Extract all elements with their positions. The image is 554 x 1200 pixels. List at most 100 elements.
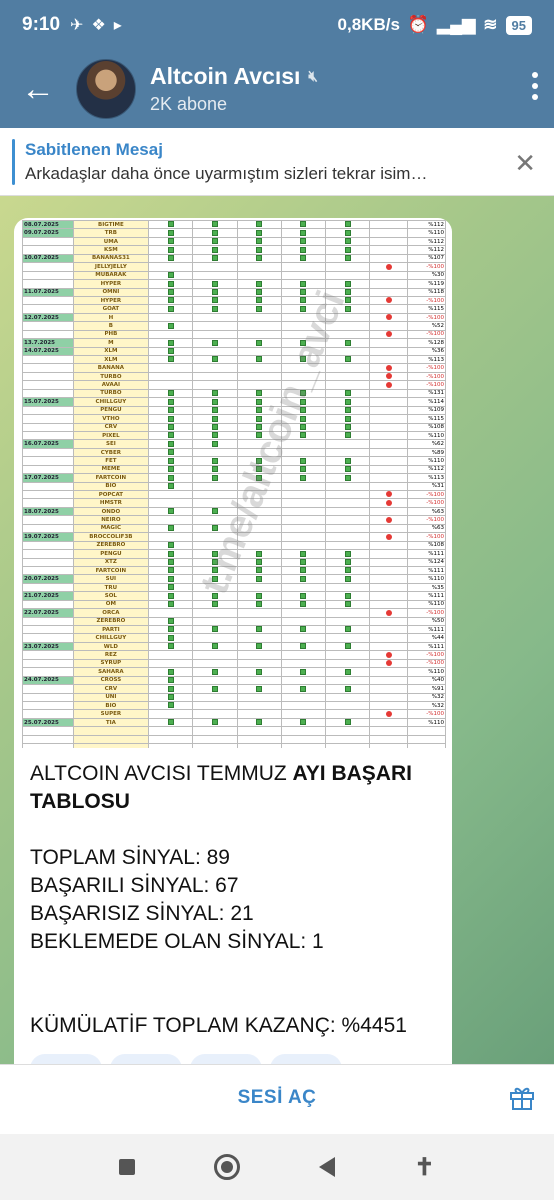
pinned-message-bar[interactable]: Sabitlenen Mesaj Arkadaşlar daha önce uy… — [0, 128, 554, 196]
row-coin: SUPER — [72, 709, 150, 719]
table-row: BANANA -%100 — [22, 363, 446, 373]
target-cell — [280, 591, 327, 601]
target-cell — [236, 700, 282, 711]
check-icon — [167, 542, 174, 549]
check-icon — [256, 559, 263, 565]
check-icon — [212, 289, 219, 295]
target-cell — [236, 253, 282, 264]
target-cell — [324, 650, 371, 660]
target-cell — [236, 473, 282, 483]
target-cell — [192, 489, 238, 500]
accessibility-icon[interactable]: ✝︎ — [414, 1153, 434, 1182]
row-date — [22, 709, 74, 719]
row-date: 17.07.2025 — [22, 473, 74, 483]
check-icon — [167, 407, 174, 414]
row-percent: %63 — [407, 506, 446, 517]
target-cell — [280, 287, 327, 297]
unmute-button[interactable]: SESİ AÇ — [0, 1087, 554, 1109]
table-row — [22, 726, 446, 736]
target-cell — [148, 371, 194, 382]
target-cell — [280, 658, 327, 669]
target-cell — [236, 667, 282, 677]
chat-area[interactable]: 08.07.2025 BIGTIME %112 09.07.2025 TRB %110 UM… — [0, 196, 554, 1064]
net-speed: 0,8KB/s — [337, 15, 400, 34]
target-cell — [280, 363, 327, 373]
row-date — [22, 422, 74, 432]
recents-icon[interactable] — [119, 1159, 136, 1175]
channel-avatar[interactable] — [76, 59, 136, 119]
check-icon — [256, 390, 263, 397]
row-coin: ZEREBRO — [72, 540, 150, 551]
reaction-chip[interactable] — [270, 1054, 342, 1064]
check-icon — [212, 407, 219, 414]
target-cell — [280, 498, 327, 508]
check-icon — [344, 398, 351, 405]
chat-header: ← Altcoin Avcısı 🔇︎ 2K abone — [0, 50, 554, 128]
reaction-chip[interactable] — [190, 1054, 262, 1064]
target-cell — [236, 481, 282, 492]
check-icon — [256, 457, 263, 464]
target-cell — [148, 338, 194, 348]
table-row: B %52 — [22, 321, 446, 331]
target-cell — [236, 304, 282, 314]
table-row: ZEREBRO %108 — [22, 540, 446, 551]
stop-cell — [369, 709, 409, 719]
target-cell — [280, 346, 327, 357]
target-cell — [324, 667, 371, 677]
row-coin: TRB — [72, 228, 150, 238]
check-icon — [344, 356, 351, 363]
status-bar: 9:10 ✈ ❖ ▸ 0,8KB/s ⏰ ▂▄▆ ≋ 95 — [0, 0, 554, 50]
check-icon — [212, 297, 219, 304]
target-cell — [192, 363, 238, 373]
row-coin: H — [72, 312, 150, 323]
stop-icon — [385, 331, 392, 338]
target-cell — [148, 220, 194, 230]
row-percent: %111 — [407, 549, 446, 559]
target-cell — [148, 270, 194, 281]
check-icon — [212, 424, 219, 430]
row-percent: -%100 — [407, 489, 446, 500]
target-cell — [280, 709, 327, 719]
row-percent: %113 — [407, 354, 446, 365]
target-cell — [324, 228, 371, 238]
table-row: JELLYJELLY -%100 — [22, 262, 446, 272]
row-coin: XLM — [72, 354, 150, 365]
more-menu-icon[interactable] — [532, 72, 538, 100]
reaction-chip[interactable] — [110, 1054, 182, 1064]
close-icon[interactable]: ✕ — [514, 148, 536, 179]
check-icon — [344, 457, 351, 464]
row-date — [22, 557, 74, 567]
target-cell — [324, 481, 371, 492]
stop-cell — [369, 354, 409, 365]
stop-icon — [385, 381, 392, 388]
table-row: HMSTR -%100 — [22, 498, 446, 508]
back-nav-icon[interactable] — [319, 1157, 336, 1177]
stop-icon — [385, 491, 392, 498]
target-cell — [236, 624, 282, 635]
gift-icon[interactable] — [508, 1083, 536, 1111]
target-cell — [324, 363, 371, 373]
back-arrow-icon[interactable]: ← — [0, 50, 76, 128]
target-cell — [280, 371, 327, 382]
check-icon — [167, 668, 174, 675]
performance-table-image[interactable]: 08.07.2025 BIGTIME %112 09.07.2025 TRB %110 UM… — [22, 220, 446, 748]
check-icon — [344, 601, 351, 608]
channel-info[interactable]: Altcoin Avcısı 🔇︎ 2K abone — [150, 63, 318, 115]
target-cell — [192, 726, 238, 736]
message-bubble[interactable]: 08.07.2025 BIGTIME %112 09.07.2025 TRB %110 UM… — [14, 218, 452, 1064]
check-icon — [212, 305, 219, 312]
check-icon — [256, 255, 263, 262]
message-text: ALTCOIN AVCISI TEMMUZ AYI BAŞARI TABLOSU… — [30, 760, 440, 1040]
home-icon[interactable] — [214, 1154, 241, 1180]
table-row: KSM %112 — [22, 245, 446, 255]
target-cell — [192, 582, 238, 593]
check-icon — [256, 592, 263, 599]
check-icon — [256, 567, 263, 574]
target-cell — [192, 464, 238, 475]
table-row: PHB -%100 — [22, 329, 446, 340]
row-date — [22, 262, 74, 272]
row-date — [22, 633, 74, 643]
row-percent: %112 — [407, 464, 446, 475]
row-date — [22, 650, 74, 660]
reaction-chip[interactable] — [30, 1054, 102, 1064]
